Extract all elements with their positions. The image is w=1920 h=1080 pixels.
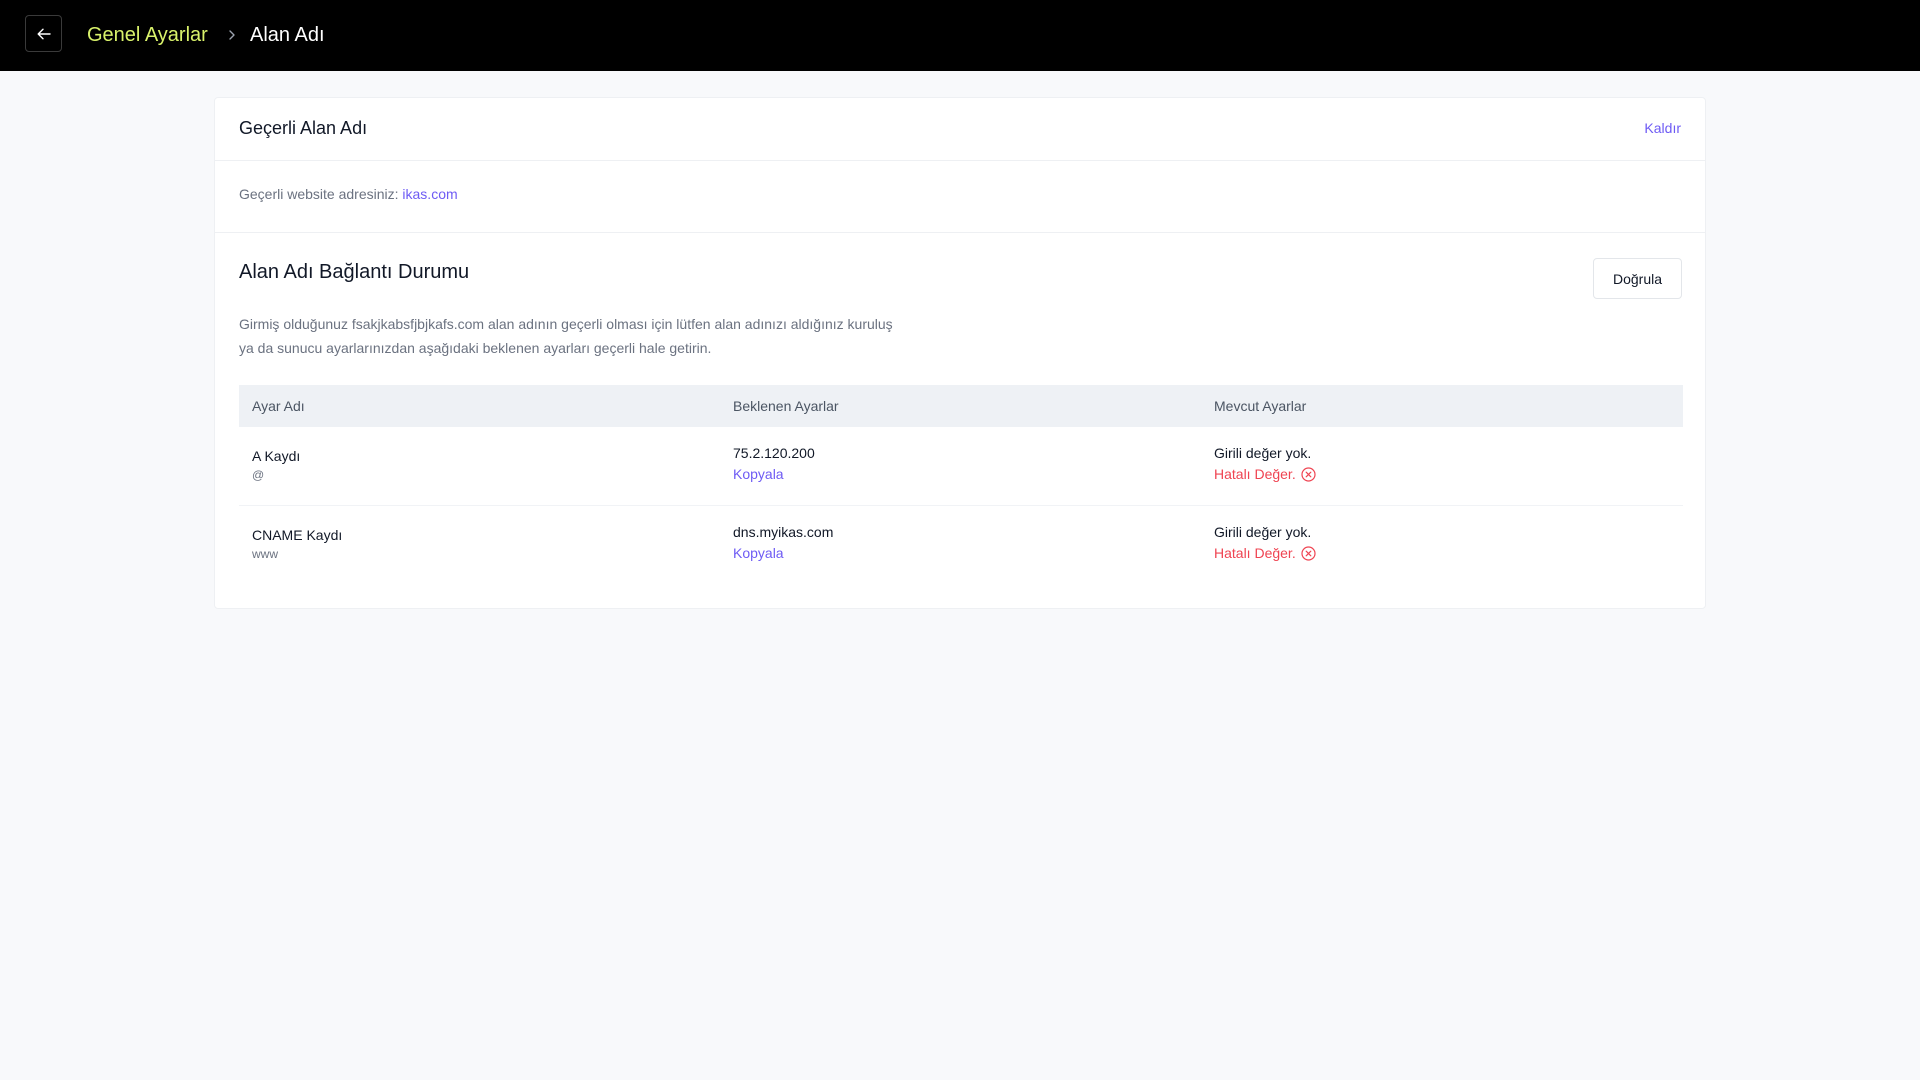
arrow-left-icon	[37, 28, 51, 39]
copy-link[interactable]: Kopyala	[733, 463, 1201, 485]
record-name: CNAME Kaydı	[252, 527, 343, 543]
record-host: @	[252, 468, 265, 482]
record-host: www	[252, 547, 278, 561]
top-bar: Genel Ayarlar Alan Adı	[0, 0, 1920, 71]
table-header: Ayar Adı Beklenen Ayarlar Mevcut Ayarlar	[239, 385, 1683, 427]
table-row: A Kaydı @ 75.2.120.200 Kopyala Girili de…	[239, 427, 1683, 506]
current-domain-label: Geçerli website adresiniz:	[239, 186, 399, 202]
current-domain-value[interactable]: ikas.com	[402, 186, 457, 202]
column-header-current: Mevcut Ayarlar	[1214, 398, 1307, 414]
x-circle-icon	[1301, 466, 1316, 482]
expected-value: 75.2.120.200	[733, 445, 815, 461]
breadcrumb-parent[interactable]: Genel Ayarlar	[87, 22, 208, 48]
breadcrumb-current: Alan Adı	[250, 24, 325, 46]
column-header-expected: Beklenen Ayarlar	[733, 398, 839, 414]
x-circle-icon	[1301, 545, 1316, 561]
domain-card: Geçerli Alan Adı Kaldır Geçerli website …	[214, 97, 1706, 609]
connection-description: Girmiş olduğunuz fsakjkabsfjbjkafs.com a…	[239, 312, 979, 360]
description-line-1: Girmiş olduğunuz fsakjkabsfjbjkafs.com a…	[239, 316, 893, 332]
connection-status-title: Alan Adı Bağlantı Durumu	[239, 261, 470, 283]
verify-button[interactable]: Doğrula	[1593, 258, 1682, 299]
table-row: CNAME Kaydı www dns.myikas.com Kopyala G…	[239, 506, 1683, 585]
current-domain-header: Geçerli Alan Adı Kaldır	[215, 98, 1705, 161]
setting-name-cell: A Kaydı @	[239, 427, 720, 484]
current-domain-row: Geçerli website adresiniz: ikas.com	[239, 186, 458, 202]
remove-link[interactable]: Kaldır	[1644, 120, 1681, 136]
current-domain-title: Geçerli Alan Adı	[239, 118, 368, 138]
expected-cell: 75.2.120.200 Kopyala	[720, 427, 1201, 485]
record-name: A Kaydı	[252, 448, 301, 464]
chevron-right-icon	[229, 30, 235, 40]
setting-name-cell: CNAME Kaydı www	[239, 506, 720, 563]
status-error: Hatalı Değer.	[1214, 542, 1683, 564]
expected-cell: dns.myikas.com Kopyala	[720, 506, 1201, 564]
section-divider	[215, 232, 1705, 233]
dns-settings-table: Ayar Adı Beklenen Ayarlar Mevcut Ayarlar…	[239, 385, 1683, 585]
status-error: Hatalı Değer.	[1214, 463, 1683, 485]
current-cell: Girili değer yok. Hatalı Değer.	[1201, 427, 1683, 485]
status-text: Hatalı Değer.	[1214, 545, 1296, 561]
description-line-2: ya da sunucu ayarlarınızdan aşağıdaki be…	[239, 340, 712, 356]
expected-value: dns.myikas.com	[733, 524, 834, 540]
back-button[interactable]	[25, 15, 62, 52]
status-text: Hatalı Değer.	[1214, 466, 1296, 482]
current-value: Girili değer yok.	[1214, 445, 1312, 461]
column-header-setting-name: Ayar Adı	[252, 398, 305, 414]
current-cell: Girili değer yok. Hatalı Değer.	[1201, 506, 1683, 564]
copy-link[interactable]: Kopyala	[733, 542, 1201, 564]
current-value: Girili değer yok.	[1214, 524, 1312, 540]
